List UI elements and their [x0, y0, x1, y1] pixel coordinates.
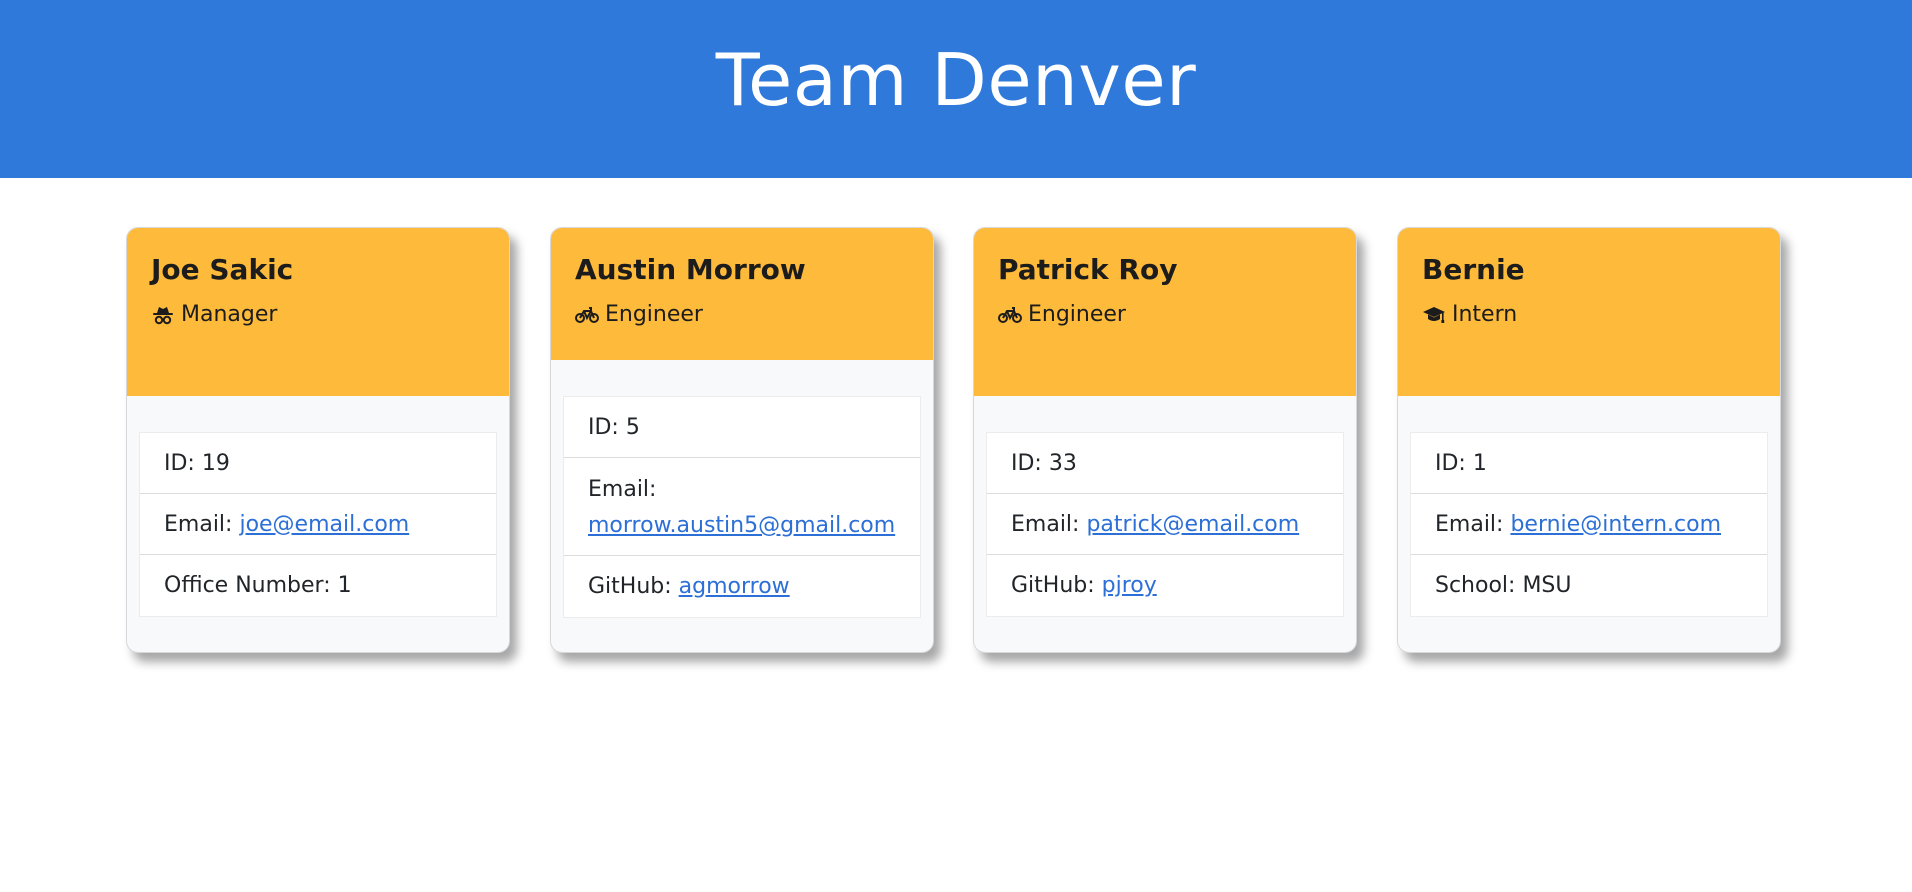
card-header: Bernie Intern: [1398, 228, 1780, 396]
role-label: Manager: [181, 302, 278, 327]
email-label: Email:: [164, 511, 233, 537]
employee-card-engineer: Patrick Roy Engineer ID: 33 Email: patri…: [973, 227, 1357, 653]
email-link[interactable]: morrow.austin5@gmail.com: [588, 513, 895, 538]
employee-name: Bernie: [1422, 253, 1525, 286]
role-label: Engineer: [1028, 302, 1126, 327]
employee-role: Engineer: [998, 302, 1332, 327]
info-list: ID: 19 Email: joe@email.com Office Numbe…: [139, 432, 497, 617]
employee-email: Email: patrick@email.com: [987, 494, 1343, 555]
github-link[interactable]: pjroy: [1102, 573, 1157, 598]
page-title: Team Denver: [715, 38, 1197, 122]
employee-id: ID: 19: [140, 433, 496, 494]
github-label: GitHub:: [588, 574, 672, 599]
employee-name: Patrick Roy: [998, 253, 1178, 286]
email-link[interactable]: patrick@email.com: [1086, 512, 1299, 537]
info-list: ID: 5 Email: morrow.austin5@gmail.com Gi…: [563, 396, 921, 618]
card-header: Austin Morrow Engineer: [551, 228, 933, 360]
email-label: Email:: [1435, 511, 1504, 537]
employee-email: Email: morrow.austin5@gmail.com: [564, 458, 920, 556]
role-label: Intern: [1452, 302, 1518, 327]
card-body: ID: 1 Email: bernie@intern.com School: M…: [1398, 396, 1780, 617]
user-secret-icon: [151, 303, 175, 327]
card-body: ID: 19 Email: joe@email.com Office Numbe…: [127, 396, 509, 617]
graduation-cap-icon: [1422, 303, 1446, 327]
github: GitHub: pjroy: [987, 555, 1343, 616]
page-header: Team Denver: [0, 0, 1912, 178]
employee-id: ID: 5: [564, 397, 920, 458]
bicycle-icon: [575, 303, 599, 327]
github: GitHub: agmorrow: [564, 556, 920, 617]
github-link[interactable]: agmorrow: [679, 574, 790, 599]
employee-name: Austin Morrow: [575, 253, 806, 286]
info-list: ID: 33 Email: patrick@email.com GitHub: …: [986, 432, 1344, 617]
school: School: MSU: [1435, 573, 1572, 598]
info-list: ID: 1 Email: bernie@intern.com School: M…: [1410, 432, 1768, 617]
employee-card-manager: Joe Sakic Manager ID: 19 Email: joe@emai…: [126, 227, 510, 653]
employee-role: Intern: [1422, 302, 1756, 327]
employee-card-intern: Bernie Intern ID: 1 Email: bernie@intern…: [1397, 227, 1781, 653]
employee-email: Email: bernie@intern.com: [1411, 494, 1767, 555]
card-body: ID: 33 Email: patrick@email.com GitHub: …: [974, 396, 1356, 617]
team-cards: Joe Sakic Manager ID: 19 Email: joe@emai…: [0, 178, 1912, 892]
email-label: Email:: [588, 477, 657, 502]
card-body: ID: 5 Email: morrow.austin5@gmail.com Gi…: [551, 360, 933, 618]
email-link[interactable]: bernie@intern.com: [1510, 512, 1721, 537]
employee-email: Email: joe@email.com: [140, 494, 496, 555]
employee-id: ID: 1: [1411, 433, 1767, 494]
role-label: Engineer: [605, 302, 703, 327]
email-link[interactable]: joe@email.com: [239, 512, 409, 537]
github-label: GitHub:: [1011, 573, 1095, 598]
employee-id: ID: 33: [987, 433, 1343, 494]
card-header: Joe Sakic Manager: [127, 228, 509, 396]
card-header: Patrick Roy Engineer: [974, 228, 1356, 396]
email-label: Email:: [1011, 511, 1080, 537]
employee-role: Engineer: [575, 302, 909, 327]
office-number: Office Number: 1: [164, 573, 352, 598]
employee-name: Joe Sakic: [151, 253, 294, 286]
employee-card-engineer: Austin Morrow Engineer ID: 5 Email: morr…: [550, 227, 934, 653]
bicycle-icon: [998, 303, 1022, 327]
employee-role: Manager: [151, 302, 485, 327]
